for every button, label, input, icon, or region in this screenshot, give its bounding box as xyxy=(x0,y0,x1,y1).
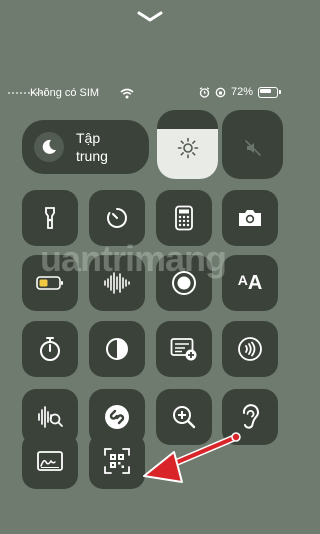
notes-button[interactable] xyxy=(22,433,78,489)
camera-icon xyxy=(237,208,263,228)
dark-mode-icon xyxy=(104,336,130,362)
sign-icon xyxy=(36,450,64,472)
wifi-icon xyxy=(120,88,134,99)
magnifier-button[interactable] xyxy=(156,389,212,445)
code-scanner-button[interactable] xyxy=(89,433,145,489)
nfc-icon xyxy=(237,336,263,362)
low-power-mode-button[interactable] xyxy=(22,255,78,311)
calculator-icon xyxy=(174,205,194,231)
quick-note-button[interactable] xyxy=(156,321,212,377)
alarm-icon xyxy=(199,86,210,98)
status-bar: Không có SIM 72% xyxy=(0,86,300,102)
camera-button[interactable] xyxy=(222,190,278,246)
volume-slider[interactable] xyxy=(222,110,283,179)
focus-label: Tập trung xyxy=(76,130,108,164)
orientation-lock-icon xyxy=(215,87,226,97)
battery-percentage: 72% xyxy=(230,86,253,98)
magnifier-icon xyxy=(171,404,197,430)
calculator-button[interactable] xyxy=(156,190,212,246)
battery-icon xyxy=(36,275,64,291)
stopwatch-icon xyxy=(38,336,62,362)
dark-mode-button[interactable] xyxy=(89,321,145,377)
brightness-slider[interactable] xyxy=(157,110,218,179)
chevron-down-icon[interactable] xyxy=(136,10,164,24)
focus-button[interactable]: Tập trung xyxy=(22,120,149,174)
text-size-button[interactable]: AA xyxy=(222,255,278,311)
hearing-button[interactable] xyxy=(222,389,278,445)
shazam-icon xyxy=(103,403,131,431)
timer-button[interactable] xyxy=(89,190,145,246)
sun-icon xyxy=(177,137,198,159)
voice-memos-button[interactable] xyxy=(89,255,145,311)
moon-icon xyxy=(34,132,64,162)
record-icon xyxy=(171,270,197,296)
screen-recording-button[interactable] xyxy=(156,255,212,311)
quick-note-icon xyxy=(170,336,198,362)
timer-icon xyxy=(105,206,129,230)
battery-icon xyxy=(258,86,281,98)
flashlight-icon xyxy=(39,205,61,231)
ear-icon xyxy=(239,403,261,431)
flashlight-button[interactable] xyxy=(22,190,78,246)
speaker-muted-icon xyxy=(244,140,261,156)
qr-scan-icon xyxy=(103,447,131,475)
sound-recognition-icon xyxy=(36,404,64,430)
waveform-icon xyxy=(102,270,132,296)
text-size-icon: AA xyxy=(237,271,263,294)
stopwatch-button[interactable] xyxy=(22,321,78,377)
carrier-label: Không có SIM xyxy=(30,87,100,99)
nfc-reader-button[interactable] xyxy=(222,321,278,377)
